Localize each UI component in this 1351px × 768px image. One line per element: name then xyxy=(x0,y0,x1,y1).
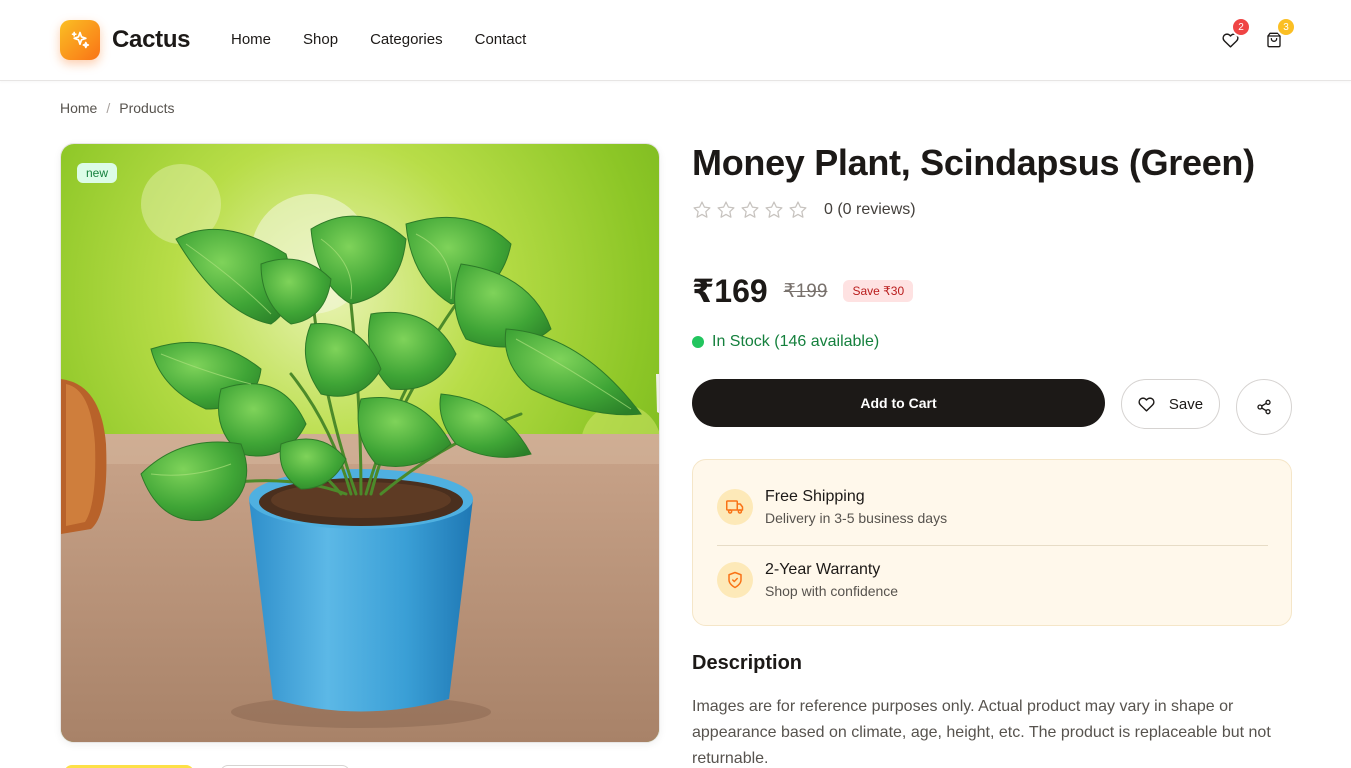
share-icon xyxy=(1257,399,1271,415)
star-icon xyxy=(717,201,735,218)
nav-shop[interactable]: Shop xyxy=(303,30,338,50)
brand-logo[interactable]: Cactus xyxy=(60,20,191,60)
shield-check-icon xyxy=(717,562,753,598)
benefit-title: Free Shipping xyxy=(765,487,865,505)
main-nav: Home Shop Categories Contact xyxy=(231,30,558,50)
save-button-label: Save xyxy=(1168,395,1204,413)
product-title: Money Plant, Scindapsus (Green) xyxy=(692,142,1255,183)
nav-categories[interactable]: Categories xyxy=(370,30,443,50)
benefit-subtitle: Shop with confidence xyxy=(765,582,899,599)
nav-contact[interactable]: Contact xyxy=(475,30,527,50)
product-tag-new: new xyxy=(77,163,118,183)
star-icon xyxy=(765,201,783,218)
cart-button[interactable]: 3 xyxy=(1264,17,1296,50)
brand-name: Cactus xyxy=(112,26,191,53)
wishlist-count: 2 xyxy=(1238,21,1244,33)
cart-count-badge: 3 xyxy=(1276,17,1296,37)
original-price: ₹199 xyxy=(783,280,828,302)
sparkle-icon xyxy=(60,20,100,60)
star-icon xyxy=(693,201,711,218)
rating-stars xyxy=(692,200,808,220)
benefits-panel: Free Shipping Delivery in 3-5 business d… xyxy=(692,459,1292,626)
wishlist-count-badge: 2 xyxy=(1231,17,1251,37)
benefits-divider xyxy=(717,545,1268,546)
heart-icon xyxy=(1138,396,1155,412)
benefit-warranty: 2-Year Warranty Shop with confidence xyxy=(717,553,1269,607)
stock-status: In Stock (146 available) xyxy=(692,333,879,351)
breadcrumb-separator: / xyxy=(106,100,111,116)
current-price: ₹169 xyxy=(692,273,768,309)
save-button[interactable]: Save xyxy=(1121,379,1220,429)
share-button[interactable] xyxy=(1236,379,1292,435)
benefit-subtitle: Delivery in 3-5 business days xyxy=(765,509,948,526)
stock-indicator-dot xyxy=(692,336,704,348)
rating-text[interactable]: 0 (0 reviews) xyxy=(824,201,916,219)
benefit-title: 2-Year Warranty xyxy=(765,560,881,578)
stock-text: In Stock (146 available) xyxy=(712,333,880,350)
price-row: ₹169 ₹199 Save ₹30 xyxy=(692,272,914,310)
discount-badge: Save ₹30 xyxy=(843,280,914,302)
breadcrumb-home[interactable]: Home xyxy=(60,100,97,116)
plant-photo xyxy=(61,144,659,742)
wishlist-button[interactable]: 2 xyxy=(1220,17,1251,50)
star-icon xyxy=(741,201,759,218)
site-header: Cactus Home Shop Categories Contact 2 3 xyxy=(0,0,1351,81)
breadcrumb: Home / Products xyxy=(60,100,175,116)
nav-home[interactable]: Home xyxy=(231,30,271,50)
breadcrumb-products[interactable]: Products xyxy=(119,100,174,116)
benefit-free-shipping: Free Shipping Delivery in 3-5 business d… xyxy=(717,480,1269,534)
star-icon xyxy=(789,201,807,218)
product-main-image[interactable] xyxy=(60,143,660,743)
description-heading: Description xyxy=(692,652,803,674)
description-body: Images are for reference purposes only. … xyxy=(692,698,1271,767)
truck-icon xyxy=(717,489,753,525)
product-rating: 0 (0 reviews) xyxy=(692,200,916,220)
add-to-cart-button[interactable]: Add to Cart xyxy=(692,379,1105,427)
cart-count: 3 xyxy=(1283,21,1289,33)
